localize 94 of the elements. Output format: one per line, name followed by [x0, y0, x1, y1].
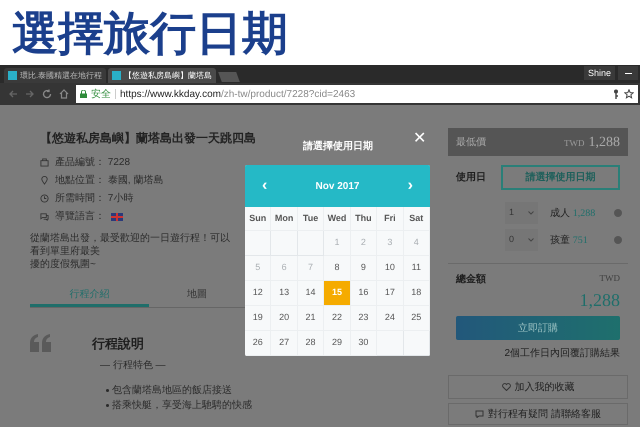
key-icon[interactable]	[612, 89, 620, 99]
chat-icon	[40, 212, 49, 221]
calendar-day: 4	[404, 231, 430, 256]
caret-icon	[528, 238, 534, 242]
month-label: Nov 2017	[316, 180, 360, 194]
reply-note: 2個工作日內回覆訂購結果	[503, 346, 621, 361]
quantity-label: 成人 1,288	[550, 206, 596, 220]
bullet-text: 包含蘭塔島地區的飯店接送	[112, 384, 232, 398]
bullet-icon	[106, 404, 109, 406]
quote-icon	[30, 334, 52, 352]
calendar-day[interactable]: 26	[245, 331, 272, 356]
calendar-day[interactable]: 23	[350, 306, 378, 331]
chat-icon	[475, 410, 484, 418]
weekday-label: Wed	[324, 207, 351, 231]
calendar-day: 1	[324, 231, 351, 256]
security-label: 安全	[91, 88, 111, 102]
favorite-button[interactable]: 加入我的收藏	[448, 375, 628, 399]
address-bar[interactable]: 安全 https://www.kkday.com/zh-tw/product/7228?cid=2463	[76, 85, 638, 103]
modal-title: 請選擇使用日期	[303, 140, 373, 154]
calendar-day[interactable]: 27	[271, 331, 298, 356]
weekday-label: Sat	[404, 207, 430, 231]
currency-label: TWD	[564, 136, 584, 150]
calendar-day[interactable]: 17	[377, 281, 404, 306]
calendar-day[interactable]: 12	[245, 281, 272, 306]
reload-icon[interactable]	[42, 89, 52, 99]
calendar-day[interactable]: 11	[404, 256, 430, 281]
calendar-day: 6	[271, 256, 298, 281]
site-icon	[112, 71, 122, 80]
calendar-day[interactable]: 25	[404, 306, 430, 331]
quantity-label: 孩童 751	[550, 234, 588, 248]
info-text: 所需時間： 7小時	[55, 192, 134, 206]
tag-icon	[40, 158, 49, 167]
forward-icon[interactable]	[25, 89, 35, 99]
url-text: https://www.kkday.com/zh-tw/product/7228?cid=2463	[120, 88, 356, 102]
section-title: 行程說明	[92, 335, 145, 353]
weekday-label: Sun	[245, 207, 272, 231]
clock-icon	[40, 194, 49, 203]
product-title: 【悠遊私房島嶼】蘭塔島出發一天跳四島	[40, 130, 256, 147]
browser-tab[interactable]: 環比.泰國精選在地行程	[4, 68, 106, 83]
calendar-day[interactable]: 13	[271, 281, 298, 306]
weekday-label: Fri	[377, 207, 404, 231]
calendar-day: 2	[350, 231, 378, 256]
minimize-button[interactable]	[618, 66, 638, 80]
calendar-day[interactable]: 28	[298, 331, 324, 356]
site-icon	[8, 71, 17, 80]
description-text: 從蘭塔島出發，最受歡迎的一日遊行程！可以看到單里府最美	[30, 232, 231, 258]
calendar-day[interactable]: 22	[324, 306, 351, 331]
calendar-day[interactable]: 20	[271, 306, 298, 331]
calendar-day[interactable]: 21	[298, 306, 324, 331]
info-text: 地點位置： 泰國, 蘭塔島	[55, 174, 164, 188]
empty-day-cell	[377, 331, 404, 356]
back-icon[interactable]	[8, 89, 18, 99]
bullet-icon	[106, 388, 109, 392]
calendar-day[interactable]: 19	[245, 306, 272, 331]
date-label: 使用日	[456, 170, 487, 185]
info-text: 導覽語言：	[55, 210, 105, 224]
calendar-day: 5	[245, 256, 272, 281]
section-subtitle: — 行程特色 —	[100, 358, 167, 372]
weekday-label: Tue	[298, 207, 324, 231]
page-heading: 選擇旅行日期	[12, 10, 288, 56]
description-text: 擾的度假氛圍~	[30, 258, 96, 271]
heart-icon	[502, 383, 510, 391]
bullet-text: 搭乘快艇，享受海上馳騁的快感	[112, 398, 252, 412]
new-tab-button[interactable]	[218, 72, 240, 82]
info-text: 產品編號： 7228	[55, 156, 130, 170]
browser-tab[interactable]: 【悠遊私房島嶼】蘭塔島	[108, 68, 216, 83]
star-icon[interactable]	[624, 89, 634, 99]
calendar-day[interactable]: 16	[350, 281, 378, 306]
close-button[interactable]: ✕	[413, 131, 426, 147]
contact-button[interactable]: 對行程有疑問 請聯絡客服	[448, 403, 628, 425]
weekday-label: Mon	[271, 207, 298, 231]
lowest-price: 1,288	[588, 134, 620, 152]
calendar-day: 7	[298, 256, 324, 281]
calendar-day[interactable]: 10	[377, 256, 404, 281]
caret-icon	[528, 211, 534, 215]
total-label: 總金額	[456, 272, 486, 287]
calendar-day[interactable]: 18	[404, 281, 430, 306]
lowest-price-label: 最低價	[456, 136, 486, 150]
uk-flag-icon	[111, 212, 123, 220]
calendar-day[interactable]: 30	[350, 331, 378, 356]
home-icon[interactable]	[59, 89, 69, 99]
lock-icon	[80, 90, 87, 98]
order-button[interactable]: 立即訂購	[456, 316, 620, 340]
calendar-day[interactable]: 9	[350, 256, 378, 281]
calendar-day[interactable]: 24	[377, 306, 404, 331]
empty-day-cell	[245, 231, 272, 256]
map-pin-icon	[40, 176, 49, 185]
profile-button[interactable]: Shine	[584, 66, 615, 80]
total-price: 1,288	[578, 289, 621, 311]
calendar-day: 3	[377, 231, 404, 256]
calendar-day[interactable]: 29	[324, 331, 351, 356]
empty-day-cell	[404, 331, 430, 356]
weekday-label: Thu	[350, 207, 378, 231]
currency-label: TWD	[600, 272, 620, 285]
